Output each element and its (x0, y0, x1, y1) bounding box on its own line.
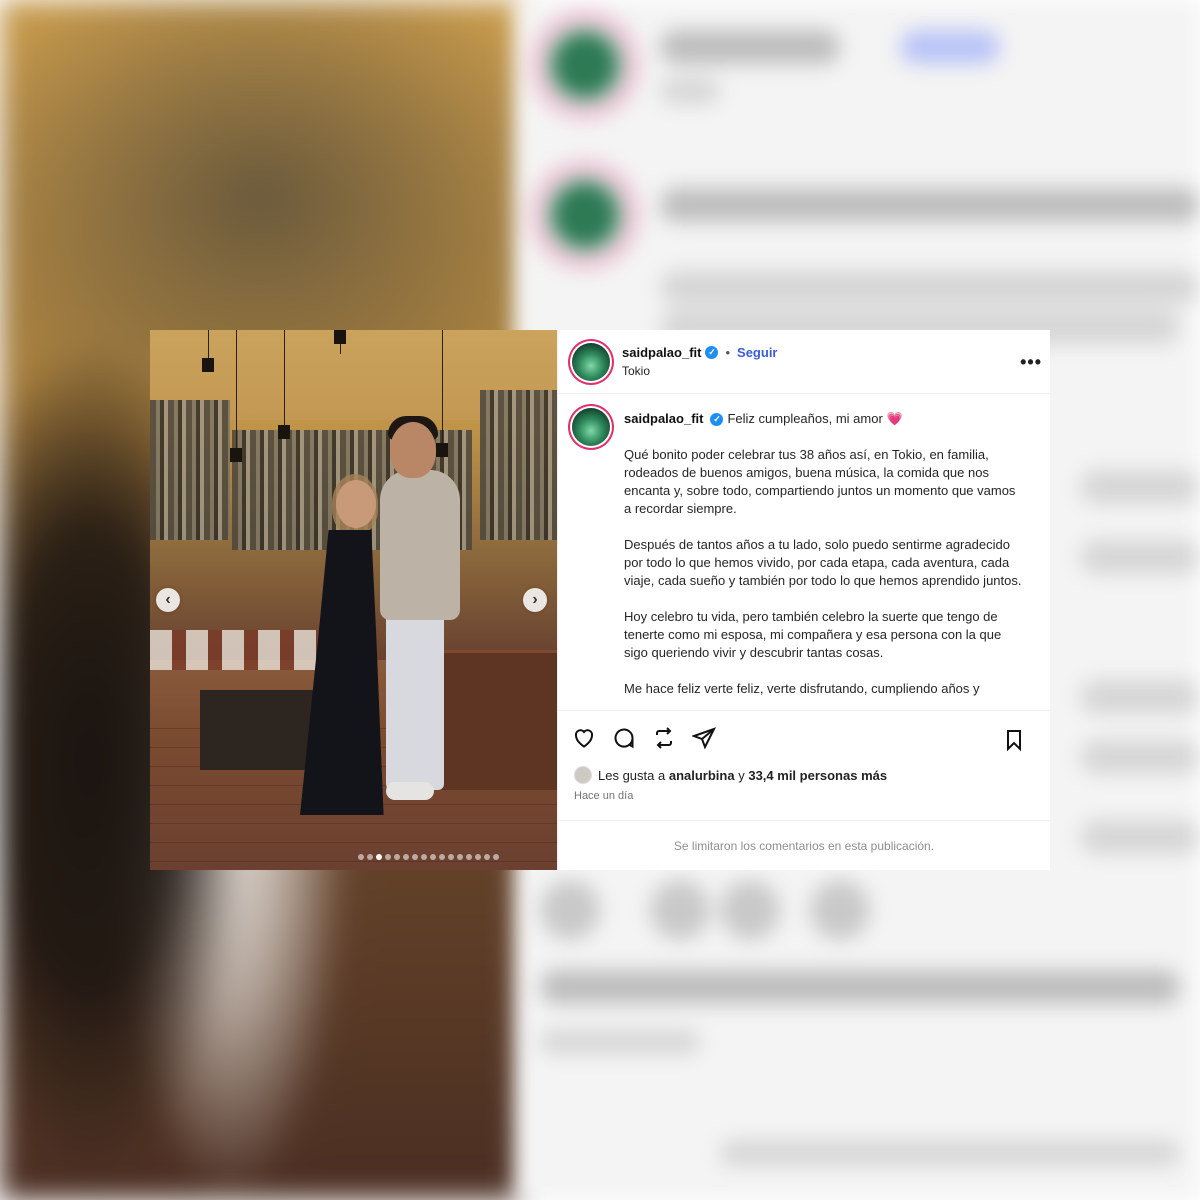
pendant-lamp (202, 358, 214, 372)
caption-avatar[interactable] (572, 408, 610, 446)
pendant-lamp (278, 425, 290, 439)
caption-paragraph: Qué bonito poder celebrar tus 38 años as… (624, 447, 1016, 516)
likes-count[interactable]: 33,4 mil personas más (748, 768, 887, 783)
liker-username[interactable]: analurbina (669, 768, 735, 783)
verified-badge-icon: ✓ (705, 346, 719, 359)
share-icon[interactable] (692, 723, 732, 753)
carousel-dot (385, 854, 391, 860)
carousel-dot (475, 854, 481, 860)
action-bar (558, 710, 1050, 764)
carousel-indicator (150, 854, 557, 860)
carousel-dot (421, 854, 427, 860)
location-link[interactable]: Tokio (622, 364, 778, 378)
wall-mural (480, 390, 557, 540)
carousel-dot (394, 854, 400, 860)
carousel-dot (439, 854, 445, 860)
carousel-dot (457, 854, 463, 860)
comment-icon[interactable] (612, 723, 652, 753)
caption-first-line: Feliz cumpleaños, mi amor (727, 411, 883, 426)
carousel-dot (430, 854, 436, 860)
separator: • (725, 345, 731, 360)
carousel-dot (403, 854, 409, 860)
caption-paragraph: Después de tantos años a tu lado, solo p… (624, 537, 1022, 588)
pendant-lamp (334, 330, 346, 344)
man (380, 470, 460, 620)
dining-tables (150, 630, 340, 670)
author-username[interactable]: saidpalao_fit (622, 345, 701, 360)
post-image[interactable]: ‹ › (150, 330, 557, 870)
carousel-dot (493, 854, 499, 860)
booth (440, 650, 557, 790)
post-header: saidpalao_fit ✓ • Seguir Tokio ••• (558, 330, 1050, 394)
avatar[interactable] (572, 342, 610, 381)
comments-limited-notice: Se limitaron los comentarios en esta pub… (558, 820, 1050, 870)
previous-photo-button[interactable]: ‹ (156, 588, 180, 612)
planter (200, 690, 320, 770)
carousel-dot (448, 854, 454, 860)
woman (336, 480, 376, 528)
wall-mural (150, 400, 230, 540)
carousel-dot (376, 854, 382, 860)
carousel-dot (484, 854, 490, 860)
likes-summary: Les gusta a analurbina y 33,4 mil person… (558, 764, 1050, 786)
post-timestamp[interactable]: Hace un día (558, 786, 1050, 810)
repost-icon[interactable] (652, 723, 692, 753)
carousel-dot (412, 854, 418, 860)
heart-emoji-icon: 💗 (886, 411, 903, 426)
like-icon[interactable] (572, 723, 612, 753)
carousel-dot (466, 854, 472, 860)
pendant-lamp (436, 443, 448, 457)
liker-avatar[interactable] (574, 766, 592, 784)
follow-button[interactable]: Seguir (737, 345, 777, 360)
bookmark-icon[interactable] (1002, 725, 1042, 755)
post-card: ‹ › saidpalao_fit ✓ • Seguir Tokio ••• s… (150, 330, 1050, 870)
verified-badge-icon: ✓ (710, 412, 724, 426)
carousel-dot (358, 854, 364, 860)
caption-area: saidpalao_fit ✓ Feliz cumpleaños, mi amo… (558, 394, 1050, 710)
caption-username[interactable]: saidpalao_fit (624, 410, 703, 428)
pendant-lamp (230, 448, 242, 462)
more-options-icon[interactable]: ••• (1020, 352, 1042, 373)
post-details-panel: saidpalao_fit ✓ • Seguir Tokio ••• saidp… (557, 330, 1050, 870)
caption-paragraph: Me hace feliz verte feliz, verte disfrut… (624, 681, 980, 696)
carousel-dot (367, 854, 373, 860)
next-photo-button[interactable]: › (523, 588, 547, 612)
caption-paragraph: Hoy celebro tu vida, pero también celebr… (624, 609, 1002, 660)
